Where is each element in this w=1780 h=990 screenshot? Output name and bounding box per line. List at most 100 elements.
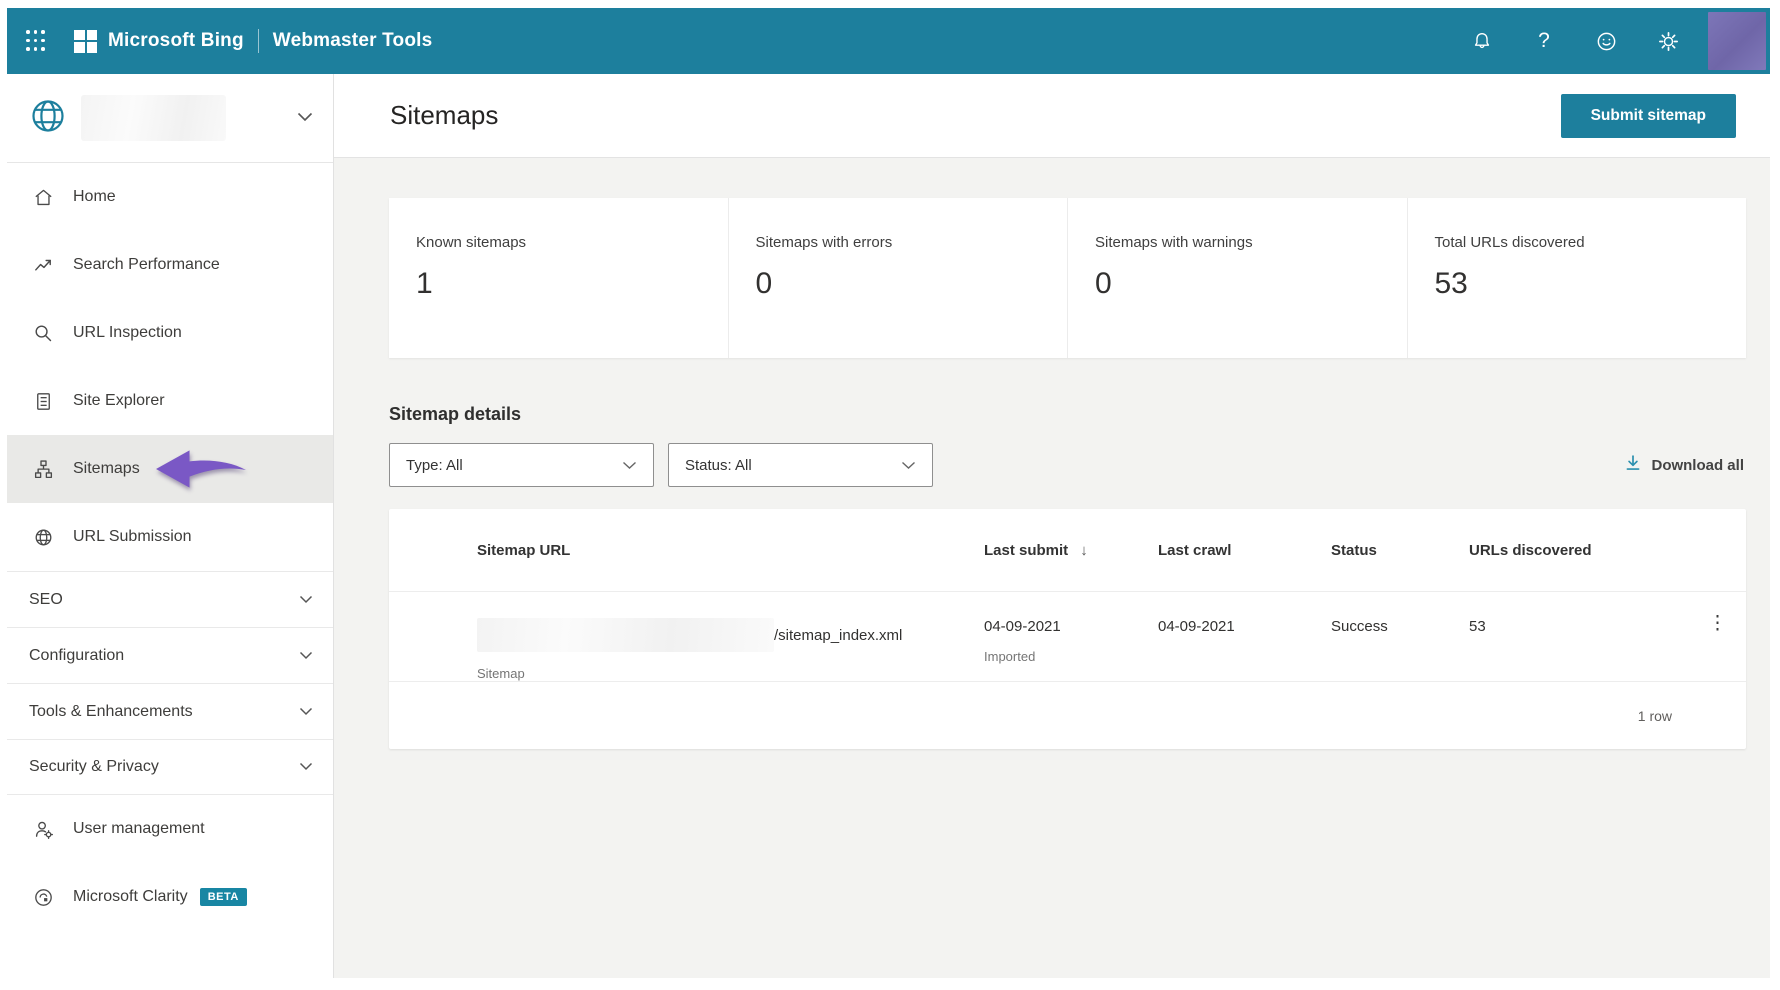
app-launcher-waffle-icon[interactable] <box>26 30 47 52</box>
globe-icon <box>31 526 55 549</box>
sidebar-group-label: SEO <box>29 590 63 608</box>
sitemaps-table: Sitemap URL Last submit ↓ Last crawl Sta… <box>389 509 1746 749</box>
row-actions-kebab-icon[interactable]: ⋮ <box>1708 613 1727 634</box>
feedback-smiley-icon[interactable] <box>1594 29 1618 53</box>
sitemap-url-link[interactable]: /sitemap_index.xml <box>477 618 984 652</box>
download-all-button[interactable]: Download all <box>1624 454 1746 476</box>
beta-badge: BETA <box>199 888 247 906</box>
stat-value: 0 <box>1095 267 1112 300</box>
settings-gear-icon[interactable] <box>1656 29 1680 53</box>
product-name: Webmaster Tools <box>272 30 433 51</box>
brand-name: Microsoft Bing <box>108 30 244 51</box>
cell-urls-discovered: 53 <box>1469 618 1486 635</box>
app-window: Microsoft Bing Webmaster Tools ? Home Se… <box>7 8 1770 978</box>
sidebar-item-label: Sitemaps <box>73 460 140 477</box>
sidebar-item-label: User management <box>73 820 205 837</box>
sidebar-item-label: Site Explorer <box>73 392 165 409</box>
stat-label: Known sitemaps <box>416 234 527 251</box>
sidebar-item-label: URL Inspection <box>73 324 182 341</box>
trend-icon <box>31 254 55 277</box>
sidebar-group-label: Security & Privacy <box>29 758 159 775</box>
stat-known-sitemaps: Known sitemaps 1 <box>389 198 728 358</box>
top-app-bar: Microsoft Bing Webmaster Tools ? <box>7 8 1770 74</box>
home-icon <box>31 186 55 209</box>
stats-summary-bar: Known sitemaps 1 Sitemaps with errors 0 … <box>389 198 1746 358</box>
stat-sitemaps-with-errors: Sitemaps with errors 0 <box>727 198 1068 358</box>
sidebar-group-seo[interactable]: SEO <box>7 571 333 627</box>
sidebar-item-sitemaps[interactable]: Sitemaps <box>7 435 333 503</box>
chevron-down-icon <box>299 758 313 776</box>
cell-status: Success <box>1331 618 1388 635</box>
chevron-down-icon <box>622 457 637 474</box>
sidebar-item-label: URL Submission <box>73 528 192 545</box>
column-header-label: Last submit <box>984 541 1069 559</box>
sidebar-item-search-performance[interactable]: Search Performance <box>7 231 333 299</box>
chevron-down-icon <box>299 591 313 609</box>
cell-last-crawl: 04-09-2021 <box>1158 618 1235 635</box>
sidebar-item-microsoft-clarity[interactable]: Microsoft Clarity BETA <box>7 863 333 931</box>
magnifier-icon <box>31 322 55 345</box>
type-filter-dropdown[interactable]: Type: All <box>389 443 654 487</box>
site-name-redacted <box>81 95 226 141</box>
url-visible-text: /sitemap_index.xml <box>774 626 903 644</box>
chevron-down-icon <box>299 703 313 721</box>
column-header-last-crawl[interactable]: Last crawl <box>1158 542 1331 559</box>
user-avatar[interactable] <box>1708 12 1766 70</box>
sidebar-item-home[interactable]: Home <box>7 163 333 231</box>
table-footer: 1 row <box>389 681 1746 749</box>
sitemap-type-label: Sitemap <box>477 666 525 681</box>
document-icon <box>31 390 55 413</box>
sidebar-group-security-privacy[interactable]: Security & Privacy <box>7 739 333 795</box>
notifications-bell-icon[interactable] <box>1470 29 1494 53</box>
last-submit-date: 04-09-2021 <box>984 618 1061 635</box>
sidebar-group-tools-enhancements[interactable]: Tools & Enhancements <box>7 683 333 739</box>
page-title: Sitemaps <box>390 100 499 130</box>
download-icon <box>1624 454 1642 476</box>
site-globe-icon <box>29 97 67 140</box>
microsoft-logo-icon <box>74 29 97 53</box>
chevron-down-icon <box>299 647 313 665</box>
sitemaps-pointer-arrow <box>153 447 249 496</box>
sidebar-item-label: Microsoft Clarity <box>73 888 188 905</box>
sidebar-item-label: Home <box>73 188 116 205</box>
sidebar-item-url-inspection[interactable]: URL Inspection <box>7 299 333 367</box>
sidebar-group-label: Configuration <box>29 646 125 664</box>
sidebar-group-label: Tools & Enhancements <box>29 702 193 720</box>
table-row: /sitemap_index.xml Sitemap 04-09-2021 Im… <box>389 591 1746 681</box>
brand-divider <box>257 29 259 53</box>
clarity-icon <box>31 886 55 909</box>
stat-total-urls-discovered: Total URLs discovered 53 <box>1406 198 1747 358</box>
stat-label: Sitemaps with warnings <box>1095 234 1253 251</box>
sort-descending-icon: ↓ <box>1080 541 1088 559</box>
stat-label: Total URLs discovered <box>1434 234 1585 251</box>
brand-home-link[interactable]: Microsoft Bing Webmaster Tools <box>74 29 432 53</box>
column-header-last-submit[interactable]: Last submit ↓ <box>984 542 1158 559</box>
sitemap-details-heading: Sitemap details <box>389 404 522 424</box>
column-header-status[interactable]: Status <box>1331 542 1469 559</box>
column-header-sitemap-url[interactable]: Sitemap URL <box>477 542 984 559</box>
sidebar-item-url-submission[interactable]: URL Submission <box>7 503 333 571</box>
sidebar-group-configuration[interactable]: Configuration <box>7 627 333 683</box>
page-content: Known sitemaps 1 Sitemaps with errors 0 … <box>334 158 1770 978</box>
stat-label: Sitemaps with errors <box>755 234 893 251</box>
sidebar-item-label: Search Performance <box>73 256 220 273</box>
submit-sitemap-button[interactable]: Submit sitemap <box>1560 93 1736 138</box>
cell-sitemap-url: /sitemap_index.xml Sitemap <box>477 592 984 681</box>
site-selector[interactable] <box>7 74 333 163</box>
sidebar-item-user-management[interactable]: User management <box>7 795 333 863</box>
status-filter-value: Status: All <box>685 456 752 474</box>
column-header-urls-discovered[interactable]: URLs discovered <box>1469 542 1708 559</box>
cell-last-submit: 04-09-2021 Imported <box>984 592 1158 681</box>
help-icon[interactable]: ? <box>1532 29 1556 53</box>
table-header-row: Sitemap URL Last submit ↓ Last crawl Sta… <box>389 509 1746 591</box>
sidebar-item-site-explorer[interactable]: Site Explorer <box>7 367 333 435</box>
page-header: Sitemaps Submit sitemap <box>334 74 1770 158</box>
download-all-label: Download all <box>1651 456 1744 474</box>
stat-value: 0 <box>755 267 773 300</box>
stat-value: 1 <box>416 267 433 300</box>
stat-sitemaps-with-warnings: Sitemaps with warnings 0 <box>1067 198 1407 358</box>
sitemap-icon <box>31 458 55 481</box>
type-filter-value: Type: All <box>406 456 463 474</box>
chevron-down-icon <box>901 457 916 474</box>
status-filter-dropdown[interactable]: Status: All <box>668 443 933 487</box>
